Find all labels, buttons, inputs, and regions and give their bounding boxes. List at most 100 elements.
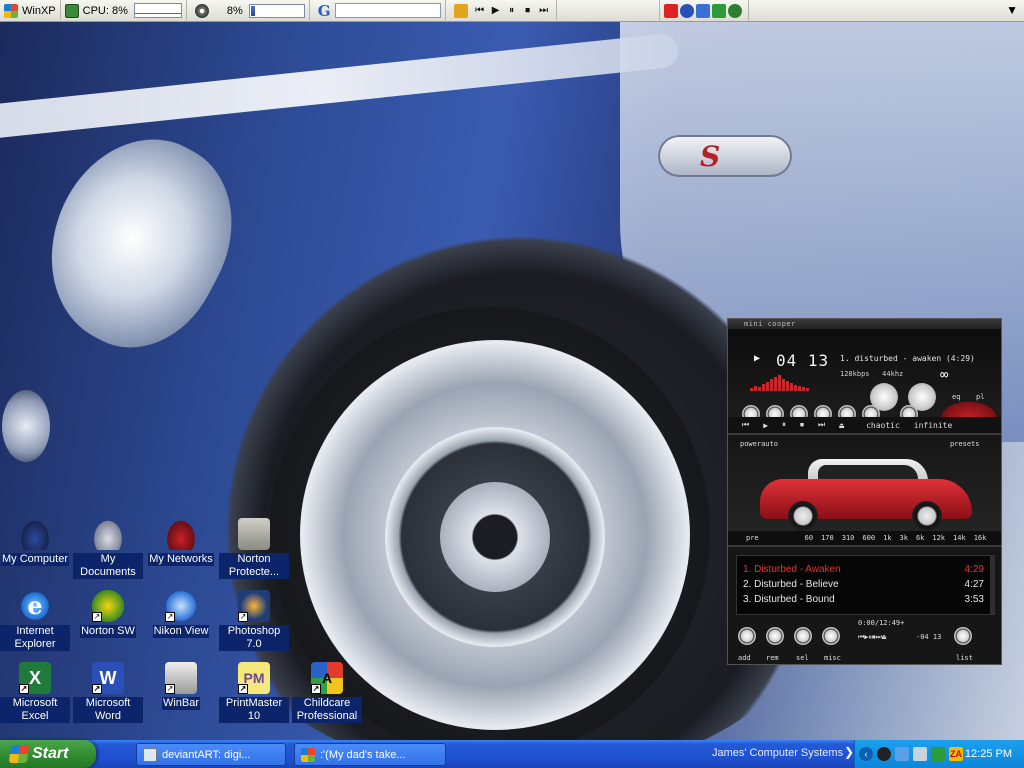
desktop-icon-childcare-professional[interactable]: A ↗ Childcare Professional xyxy=(292,662,362,723)
next-button[interactable]: ⏭ xyxy=(818,420,825,430)
messenger-icon xyxy=(301,747,315,762)
stop-button[interactable]: ⏹ xyxy=(520,3,536,19)
chaotic-button[interactable]: chaotic xyxy=(866,421,900,430)
infinity-icon: ∞ xyxy=(940,367,949,383)
os-segment[interactable]: WinXP xyxy=(0,0,61,22)
winamp-titlebar[interactable]: mini cooper xyxy=(728,319,1001,329)
playlist-add-button[interactable]: add xyxy=(738,654,751,662)
desktop-icon-nikon-view[interactable]: ↗ Nikon View xyxy=(146,590,216,638)
eq-band[interactable]: 170 xyxy=(821,534,834,542)
playlist-scrollbar[interactable] xyxy=(990,555,995,615)
playlist-buttons: add rem sel misc list xyxy=(728,642,1001,664)
toolbar-label: James' Computer Systems xyxy=(712,747,844,759)
google-search-input[interactable] xyxy=(334,3,441,18)
visualizer-bar xyxy=(762,384,765,391)
icon-label: My Documents xyxy=(73,553,143,579)
green-app-icon[interactable] xyxy=(931,747,945,761)
eq-band[interactable]: 16k xyxy=(974,534,987,542)
play-button[interactable]: ▶ xyxy=(488,3,504,19)
eq-band[interactable]: 14k xyxy=(953,534,966,542)
eq-band[interactable]: 60 xyxy=(805,534,813,542)
ie-icon: e xyxy=(19,590,51,622)
infinite-button[interactable]: infinite xyxy=(914,421,953,430)
car-wheel xyxy=(912,501,942,531)
playlist-misc-button[interactable]: misc xyxy=(824,654,841,662)
visualizer-bar xyxy=(798,386,801,391)
clock[interactable]: 12:25 PM xyxy=(965,748,1012,760)
desktop-icon-my-documents[interactable]: My Documents xyxy=(73,518,143,579)
start-button[interactable]: Start xyxy=(0,740,96,768)
eq-band[interactable]: 310 xyxy=(842,534,855,542)
eq-band[interactable]: 1k xyxy=(883,534,891,542)
eq-band[interactable]: 12k xyxy=(932,534,945,542)
playlist-item[interactable]: 3. Disturbed - Bound 3:53 xyxy=(737,592,990,607)
desktop-icon-internet-explorer[interactable]: e Internet Explorer xyxy=(0,590,70,651)
start-label: Start xyxy=(32,745,69,762)
disk-segment[interactable]: 8% xyxy=(187,0,310,22)
cpu-chip-icon xyxy=(64,3,79,18)
eq-band[interactable]: 6k xyxy=(916,534,924,542)
desktop-icon-photoshop[interactable]: ↗ Photoshop 7.0 xyxy=(219,590,289,651)
desktop-icon-microsoft-excel[interactable]: X ↗ Microsoft Excel xyxy=(0,662,70,723)
desktop-icon-norton-sw[interactable]: ↗ Norton SW xyxy=(73,590,143,638)
chevron-down-icon[interactable]: ▼ xyxy=(1006,3,1018,17)
eq-presets-button[interactable]: presets xyxy=(950,440,980,448)
quicklaunch-segment xyxy=(658,0,749,22)
norton-icon xyxy=(238,518,270,550)
play-button[interactable]: ▶ xyxy=(763,421,768,430)
pause-button[interactable]: ⏸ xyxy=(782,420,786,430)
shortcut-arrow-icon: ↗ xyxy=(165,612,175,622)
winamp-tray-icon[interactable] xyxy=(877,747,891,761)
media-segment: ⏮ ▶ ⏸ ⏹ ⏭ xyxy=(446,0,557,22)
window-icon[interactable] xyxy=(695,3,710,18)
cpu-segment[interactable]: CPU: 8% xyxy=(61,0,187,22)
eject-button[interactable]: ⏏ xyxy=(839,421,844,430)
eq-preamp[interactable]: pre xyxy=(746,534,759,542)
desktop-icon-my-networks[interactable]: My Networks xyxy=(146,518,216,566)
zonealarm-icon[interactable]: ZA xyxy=(949,747,963,761)
previous-button[interactable]: ⏮ xyxy=(742,420,749,430)
visualizer-bar xyxy=(750,388,753,391)
stop-button[interactable]: ⏹ xyxy=(800,420,804,430)
previous-track-button[interactable]: ⏮ xyxy=(472,3,488,19)
eq-band[interactable]: 3k xyxy=(900,534,908,542)
playlist-mini-controls[interactable]: ⏮▶⏸⏹⏭⏏ xyxy=(858,633,886,642)
disk-icon xyxy=(194,3,209,18)
eq-power-toggle[interactable]: powerauto xyxy=(740,440,778,448)
pencil-icon[interactable] xyxy=(453,3,468,18)
playlist-item[interactable]: 1. Disturbed - Awaken 4:29 xyxy=(737,562,990,577)
browser-icon xyxy=(143,747,157,762)
playlist-item[interactable]: 2. Disturbed - Believe 4:27 xyxy=(737,577,990,592)
taskbar-button-deviantart[interactable]: deviantART: digi... xyxy=(136,743,286,766)
eq-band[interactable]: 600 xyxy=(862,534,875,542)
globe-icon[interactable] xyxy=(727,3,742,18)
next-track-button[interactable]: ⏭ xyxy=(536,3,552,19)
winamp-visualizer[interactable] xyxy=(750,373,816,391)
desktop-icon-microsoft-word[interactable]: W ↗ Microsoft Word xyxy=(73,662,143,723)
desktop-icon-winbar[interactable]: ↗ WinBar xyxy=(146,662,216,710)
winamp-time-display[interactable]: 04 13 xyxy=(776,351,829,370)
playlist-remove-button[interactable]: rem xyxy=(766,654,779,662)
adobe-icon[interactable] xyxy=(663,3,678,18)
desktop-icon-my-computer[interactable]: My Computer xyxy=(0,518,70,566)
pause-button[interactable]: ⏸ xyxy=(504,3,520,19)
green-app-icon[interactable] xyxy=(711,3,726,18)
show-hidden-icons-button[interactable]: ‹ xyxy=(859,747,873,761)
visualizer-bar xyxy=(754,386,757,391)
visualizer-bar xyxy=(794,385,797,391)
desktop-icon-norton-protected[interactable]: Norton Protecte... xyxy=(219,518,289,579)
cpu-graph xyxy=(133,3,182,18)
network-icon[interactable] xyxy=(895,747,909,761)
google-logo-icon[interactable]: G xyxy=(318,2,331,20)
playlist-select-button[interactable]: sel xyxy=(796,654,809,662)
playlist-list-button[interactable]: list xyxy=(956,654,973,662)
desktop-icon-printmaster[interactable]: PM ↗ PrintMaster 10 xyxy=(219,662,289,723)
icon-label: Microsoft Word xyxy=(73,697,143,723)
compass-icon[interactable] xyxy=(679,3,694,18)
power-label: power xyxy=(740,440,762,448)
car-icon xyxy=(19,518,51,550)
tools-icon[interactable] xyxy=(913,747,927,761)
taskbar-button-messenger[interactable]: :'(My dad's take... xyxy=(294,743,446,766)
taskbar: Start deviantART: digi... :'(My dad's ta… xyxy=(0,740,1024,768)
visualizer-bar xyxy=(758,387,761,391)
